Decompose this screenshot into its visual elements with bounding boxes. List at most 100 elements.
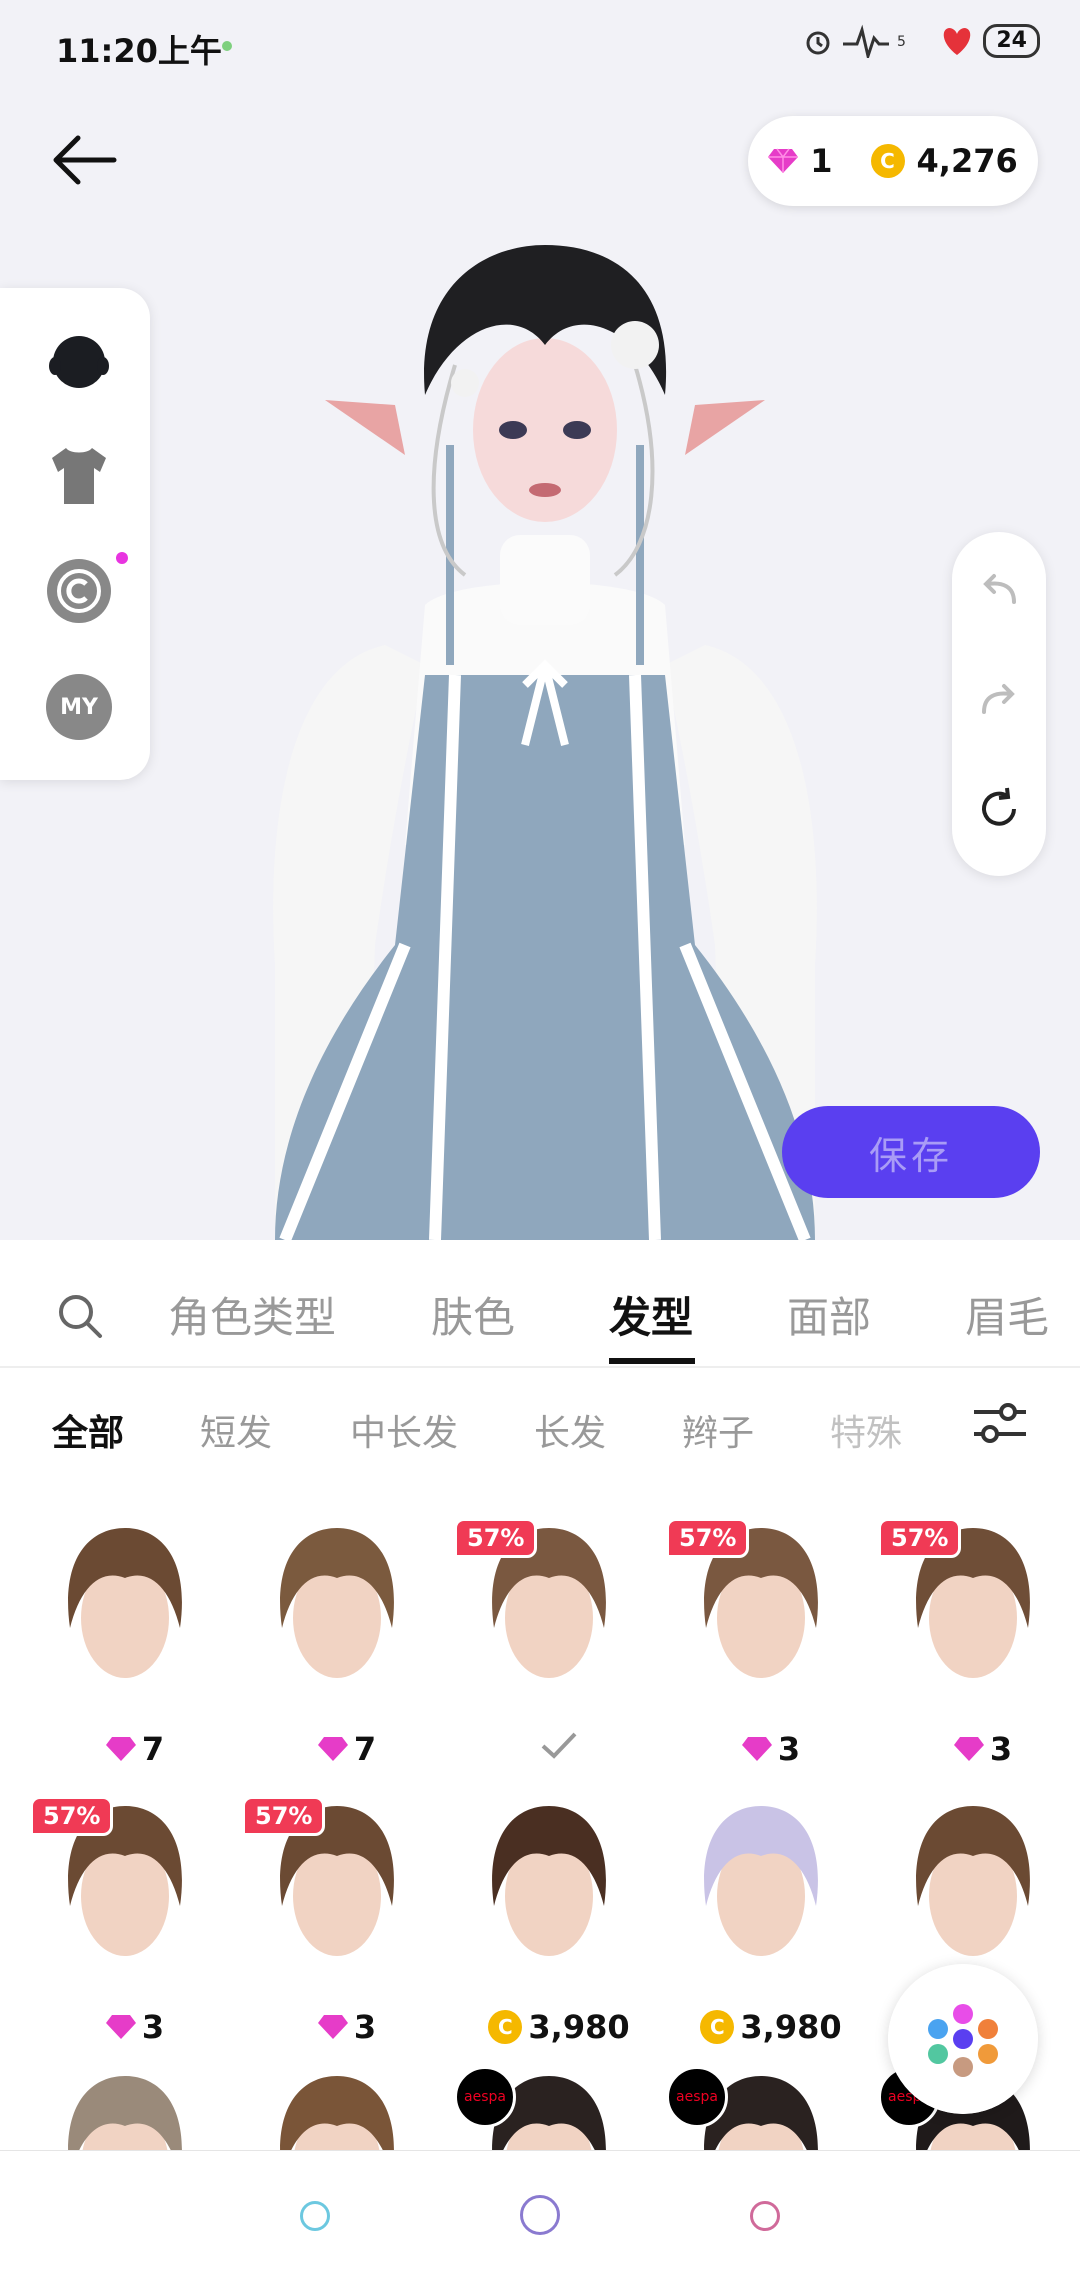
hair-item[interactable]	[30, 2066, 210, 2150]
item-price: 3	[777, 1730, 801, 1768]
item-price-row: 3	[878, 1730, 1080, 1768]
filter-sliders-icon[interactable]	[972, 1398, 1028, 1448]
subtab-special[interactable]: 特殊	[830, 1404, 902, 1456]
item-price: 3	[353, 2008, 377, 2046]
side-item-my[interactable]: MY	[46, 674, 112, 740]
search-icon[interactable]	[56, 1292, 104, 1340]
history-controls	[952, 532, 1046, 876]
hair-item[interactable]	[242, 2066, 422, 2150]
subtab-medium[interactable]: 中长发	[350, 1404, 458, 1456]
item-price-row: 3	[242, 2008, 452, 2046]
hair-subtabs: 全部 短发 中长发 长发 辫子 特殊	[0, 1368, 1080, 1478]
status-dot-icon	[222, 41, 232, 51]
tab-skin-color[interactable]: 肤色	[431, 1284, 515, 1345]
tab-eyebrows[interactable]: 眉毛	[965, 1284, 1049, 1345]
owned-check-icon	[541, 1732, 577, 1759]
signal-icon: 5	[843, 24, 906, 58]
gem-icon	[317, 2015, 348, 2039]
hair-item[interactable]	[878, 1796, 1058, 1986]
gem-icon	[953, 1737, 984, 1761]
gem-icon	[768, 148, 799, 173]
side-item-clothes[interactable]	[46, 442, 112, 508]
nav-back-button[interactable]	[300, 2201, 330, 2231]
hair-thumbnail	[68, 1528, 182, 1678]
aespa-badge: aespa	[454, 2066, 516, 2128]
svg-text:5: 5	[897, 34, 906, 50]
hair-item[interactable]: 57%	[454, 1518, 634, 1759]
gem-icon	[741, 1737, 772, 1761]
hair-item[interactable]: aespa	[454, 2066, 634, 2150]
hair-item[interactable]: 57% 3	[878, 1518, 1058, 1768]
notification-dot	[116, 552, 128, 564]
hair-thumbnail	[280, 1528, 394, 1678]
copyright-icon	[47, 559, 111, 623]
nav-recents-button[interactable]	[750, 2201, 780, 2231]
item-price: 3,980	[740, 2008, 842, 2046]
hair-thumbnail	[704, 1806, 818, 1956]
subtab-all[interactable]: 全部	[52, 1404, 124, 1456]
heart-icon	[944, 28, 971, 55]
gem-icon	[105, 2015, 136, 2039]
my-icon: MY	[60, 694, 98, 720]
coin-icon: C	[488, 2010, 523, 2044]
hair-item[interactable]: aespa	[666, 2066, 846, 2150]
hair-item[interactable]: 7	[242, 1518, 422, 1768]
hair-thumbnail	[68, 2076, 182, 2150]
tab-underline	[609, 1358, 695, 1364]
hair-thumbnail	[492, 1806, 606, 1956]
aespa-badge: aespa	[666, 2066, 728, 2128]
gem-count: 1	[810, 142, 833, 180]
subtab-long[interactable]: 长发	[534, 1404, 606, 1456]
hair-item[interactable]: C 3,980	[666, 1796, 846, 2046]
discount-badge: 57%	[666, 1518, 750, 1558]
battery-indicator: 24	[983, 24, 1040, 58]
item-price: 3	[989, 1730, 1013, 1768]
subtab-braids[interactable]: 辫子	[682, 1404, 754, 1456]
back-arrow-icon[interactable]	[44, 130, 124, 190]
discount-badge: 57%	[454, 1518, 538, 1558]
item-price: 3,980	[528, 2008, 630, 2046]
status-icons: 5 24	[803, 24, 1040, 58]
discount-badge: 57%	[30, 1796, 114, 1836]
item-price-row: C 3,980	[454, 2008, 664, 2046]
avatar-preview[interactable]	[255, 245, 835, 1240]
hair-item[interactable]: 57% 3	[242, 1796, 422, 2046]
item-price-row: 7	[242, 1730, 452, 1768]
tab-face[interactable]: 面部	[787, 1284, 871, 1345]
hair-item[interactable]: C 3,980	[454, 1796, 634, 2046]
undo-icon[interactable]	[974, 564, 1024, 614]
nav-home-button[interactable]	[520, 2195, 560, 2235]
discount-badge: 57%	[242, 1796, 326, 1836]
subtab-short[interactable]: 短发	[200, 1404, 272, 1456]
gem-icon	[105, 1737, 136, 1761]
hair-item[interactable]: 7	[30, 1518, 210, 1768]
item-price-row: 3	[666, 1730, 876, 1768]
tab-hairstyle[interactable]: 发型	[609, 1284, 693, 1345]
hair-item[interactable]: 57% 3	[30, 1796, 210, 2046]
category-tabs: 角色类型 肤色 发型 面部 眉毛	[0, 1240, 1080, 1368]
redo-icon[interactable]	[974, 674, 1024, 724]
discount-badge: 57%	[878, 1518, 962, 1558]
side-item-head[interactable]	[46, 330, 112, 396]
tshirt-icon	[52, 448, 106, 504]
side-menu: MY	[0, 288, 150, 780]
coin-icon: C	[700, 2010, 735, 2044]
currency-display[interactable]: 1 C 4,276	[748, 116, 1038, 206]
coin-count: 4,276	[916, 142, 1018, 180]
hair-thumbnail	[916, 1806, 1030, 1956]
color-palette-button[interactable]	[888, 1964, 1038, 2114]
status-bar: 11:20上午 5 24	[0, 0, 1080, 90]
side-item-copyright[interactable]	[46, 558, 112, 624]
tab-character-type[interactable]: 角色类型	[168, 1284, 336, 1345]
item-price-row	[454, 1730, 664, 1760]
item-price: 3	[141, 2008, 165, 2046]
hair-item[interactable]: 57% 3	[666, 1518, 846, 1768]
item-price-row: 7	[30, 1730, 240, 1768]
save-button[interactable]: 保存	[782, 1106, 1040, 1198]
reset-icon[interactable]	[974, 784, 1024, 834]
item-price-row: 3	[30, 2008, 240, 2046]
system-nav-bar	[0, 2150, 1080, 2281]
coin-icon: C	[870, 144, 905, 178]
item-price: 7	[353, 1730, 377, 1768]
hair-thumbnail	[280, 2076, 394, 2150]
